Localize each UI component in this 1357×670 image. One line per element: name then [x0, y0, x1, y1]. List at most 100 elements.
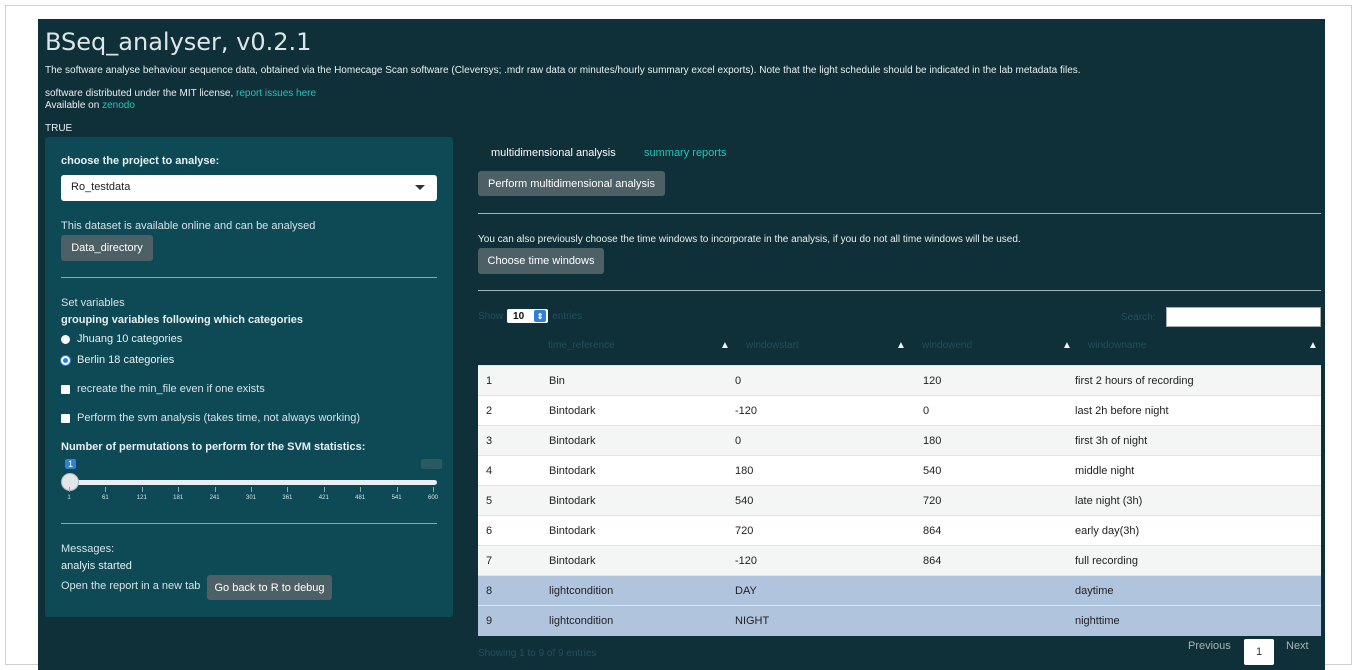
perform-analysis-button[interactable]: Perform multidimensional analysis: [478, 171, 665, 196]
table-cell: [915, 575, 1067, 606]
entries-select-value: 10: [513, 310, 525, 322]
table-cell: -120: [727, 395, 915, 426]
app-description: The software analyse behaviour sequence …: [45, 65, 1081, 76]
column-header-time-reference[interactable]: time_reference: [548, 340, 615, 351]
slider-tick-label: 421: [318, 495, 329, 501]
sort-icon[interactable]: ▲︎: [1062, 340, 1072, 351]
slider-ticks: 1 61 121 181 241 301 361 421 481 541 600: [61, 487, 441, 507]
radio-berlin[interactable]: Berlin 18 categories: [61, 354, 174, 366]
row-index-cell: 2: [478, 395, 541, 426]
slider-tick-mark: [251, 487, 252, 492]
slider-tick-mark: [214, 487, 216, 492]
report-issues-link[interactable]: report issues here: [236, 88, 316, 99]
table-row[interactable]: 4 Bintodark 180 540 middle night: [478, 455, 1321, 486]
main-divider: [478, 213, 1321, 214]
checkbox-label: recreate the min_file even if one exists: [77, 383, 265, 395]
data-directory-button[interactable]: Data_directory: [61, 235, 153, 261]
slider-tick-label: 481: [355, 495, 366, 501]
app-container: BSeq_analyser, v0.2.1 The software analy…: [38, 19, 1325, 670]
search-input[interactable]: [1166, 307, 1321, 327]
table-cell: last 2h before night: [1067, 395, 1321, 426]
table-row[interactable]: 1 Bin 0 120 first 2 hours of recording: [478, 365, 1321, 396]
available-text: Available on: [45, 100, 103, 111]
debug-button[interactable]: Go back to R to debug: [207, 575, 332, 600]
table-cell: lightcondition: [541, 605, 727, 636]
table-cell: -120: [727, 545, 915, 576]
slider-max-label: 600: [421, 459, 443, 469]
license-text: software distributed under the MIT licen…: [45, 88, 237, 99]
time-window-text: You can also previously choose the time …: [478, 234, 1021, 245]
table-row[interactable]: 7 Bintodark -120 864 full recording: [478, 545, 1321, 576]
true-output: TRUE: [45, 123, 73, 134]
sort-icon[interactable]: ▲︎: [896, 340, 906, 351]
permutations-label: Number of permutations to perform for th…: [61, 441, 366, 453]
table-row[interactable]: 9 lightcondition NIGHT nighttime: [478, 605, 1321, 636]
table-cell: Bintodark: [541, 485, 727, 516]
slider-tick-label: 181: [173, 495, 184, 501]
slider-tick-mark: [433, 487, 434, 492]
table-row[interactable]: 6 Bintodark 720 864 early day(3h): [478, 515, 1321, 546]
search-label: Search:: [1121, 312, 1156, 323]
checkbox-min-file[interactable]: recreate the min_file even if one exists: [61, 383, 265, 395]
zenodo-link[interactable]: zenodo: [102, 100, 135, 111]
table-row[interactable]: 2 Bintodark -120 0 last 2h before night: [478, 395, 1321, 426]
column-header-windowend[interactable]: windowend: [922, 340, 972, 351]
table-cell: 180: [915, 425, 1067, 456]
slider-tick-label: 121: [136, 495, 147, 501]
open-report-link[interactable]: Open the report in a new tab: [61, 580, 200, 592]
tab-multidimensional-analysis[interactable]: multidimensional analysis: [491, 147, 616, 159]
table-cell: Bin: [541, 365, 727, 396]
available-message: This dataset is available online and can…: [61, 220, 316, 232]
table-cell: full recording: [1067, 545, 1321, 576]
table-cell: 720: [727, 515, 915, 546]
radio-jhuang[interactable]: Jhuang 10 categories: [61, 333, 182, 345]
table-row[interactable]: 5 Bintodark 540 720 late night (3h): [478, 485, 1321, 516]
slider-tick-label: 61: [102, 495, 109, 501]
table-cell: Bintodark: [541, 455, 727, 486]
sort-icon[interactable]: ▲︎: [1308, 340, 1318, 351]
project-select[interactable]: Ro_testdata: [61, 175, 437, 201]
slider-tick-mark: [105, 487, 107, 492]
project-select-value: Ro_testdata: [71, 181, 131, 193]
row-index-cell: 1: [478, 365, 541, 396]
entries-label: entries: [552, 310, 583, 322]
table-cell: lightcondition: [541, 575, 727, 606]
slider-tick-label: 241: [209, 495, 220, 501]
slider-tick-mark: [360, 487, 362, 492]
column-header-windowname[interactable]: windowname: [1088, 340, 1146, 351]
table-cell: 540: [915, 455, 1067, 486]
time-windows-table: 1 Bin 0 120 first 2 hours of recording 2 Binto…: [478, 365, 1321, 636]
slider-tick-label: 301: [245, 495, 257, 501]
table-row[interactable]: 8 lightcondition DAY daytime: [478, 575, 1321, 606]
table-row[interactable]: 3 Bintodark 0 180 first 3h of night: [478, 425, 1321, 456]
pagination-page-1[interactable]: 1: [1244, 639, 1274, 665]
choose-time-windows-button[interactable]: Choose time windows: [478, 248, 604, 274]
slider-track[interactable]: [69, 480, 437, 485]
slider-value-label: 1: [65, 459, 77, 469]
entries-select[interactable]: 10 ⇕: [507, 309, 549, 323]
sidebar-divider: [61, 523, 437, 524]
slider-tick-mark: [178, 487, 180, 492]
table-cell: nighttime: [1067, 605, 1321, 636]
table-cell: 864: [915, 545, 1067, 576]
checkbox-icon: [61, 413, 70, 423]
slider-tick-mark: [396, 487, 398, 492]
sidebar-divider: [61, 277, 437, 278]
tab-summary-reports[interactable]: summary reports: [644, 147, 727, 159]
row-index-cell: 6: [478, 515, 541, 546]
table-cell: 0: [727, 425, 915, 456]
pagination-previous[interactable]: Previous: [1188, 640, 1231, 652]
checkbox-icon: [61, 384, 70, 394]
table-cell: Bintodark: [541, 545, 727, 576]
table-cell: [915, 605, 1067, 636]
row-index-cell: 5: [478, 485, 541, 516]
column-header-windowstart[interactable]: windowstart: [746, 340, 799, 351]
sort-icon[interactable]: ▲︎: [720, 340, 730, 351]
row-index-cell: 3: [478, 425, 541, 456]
checkbox-svm[interactable]: Perform the svm analysis (takes time, no…: [61, 412, 360, 424]
project-label: choose the project to analyse:: [61, 155, 220, 167]
main-panel: multidimensional analysis summary report…: [478, 137, 1321, 670]
table-cell: middle night: [1067, 455, 1321, 486]
pagination-next[interactable]: Next: [1286, 640, 1309, 652]
main-divider: [478, 290, 1321, 291]
